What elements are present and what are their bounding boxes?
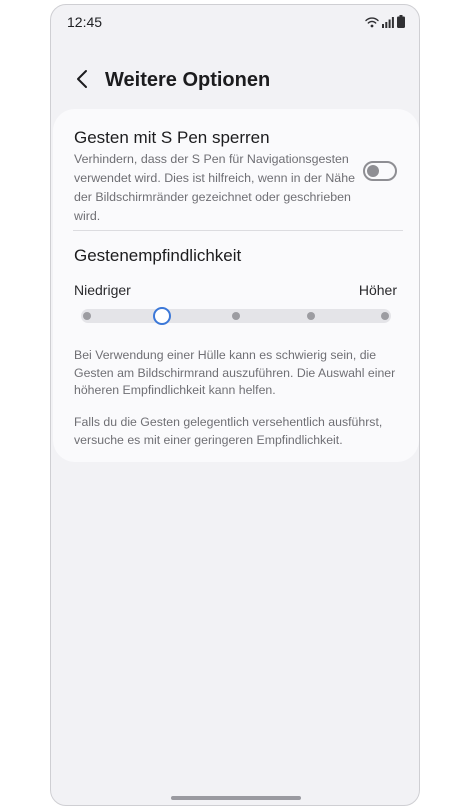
wifi-icon [365,16,379,28]
slider-step-dot [381,312,389,320]
sensitivity-slider[interactable] [81,307,391,325]
sensitivity-info-accidental: Falls du die Gesten gelegentlich versehe… [74,415,383,447]
sensitivity-info-case: Bei Verwendung einer Hülle kann es schwi… [74,348,396,397]
sensitivity-title: Gestenempfindlichkeit [74,246,242,265]
slider-low-label: Niedriger [74,282,131,298]
lock-gestures-toggle[interactable] [363,161,397,181]
slider-step-dot [232,312,240,320]
page-title: Weitere Optionen [105,69,271,91]
slider-step-dot [83,312,91,320]
app-header: Weitere Optionen [51,61,419,103]
settings-card: Gesten mit S Pen sperren Verhindern, das… [53,109,419,462]
lock-gestures-description: Verhindern, dass der S Pen für Navigatio… [74,152,355,223]
slider-thumb[interactable] [152,307,171,325]
phone-screen: 12:45 Weitere Optionen Gesten mit S Pen … [50,4,420,806]
lock-gestures-title: Gesten mit S Pen sperren [74,128,270,147]
status-icons [365,14,405,28]
slider-step-dot [306,312,315,320]
divider [73,230,403,231]
lock-gestures-setting[interactable]: Gesten mit S Pen sperren Verhindern, das… [53,109,419,229]
slider-high-label: Höher [358,282,397,298]
status-time: 12:45 [67,14,103,30]
battery-icon [397,15,405,28]
back-button[interactable] [67,65,97,97]
status-bar: 12:45 [51,5,419,37]
signal-icon [382,16,394,28]
toggle-knob [367,165,379,177]
chevron-left-icon [76,69,88,94]
home-indicator[interactable] [171,796,301,800]
